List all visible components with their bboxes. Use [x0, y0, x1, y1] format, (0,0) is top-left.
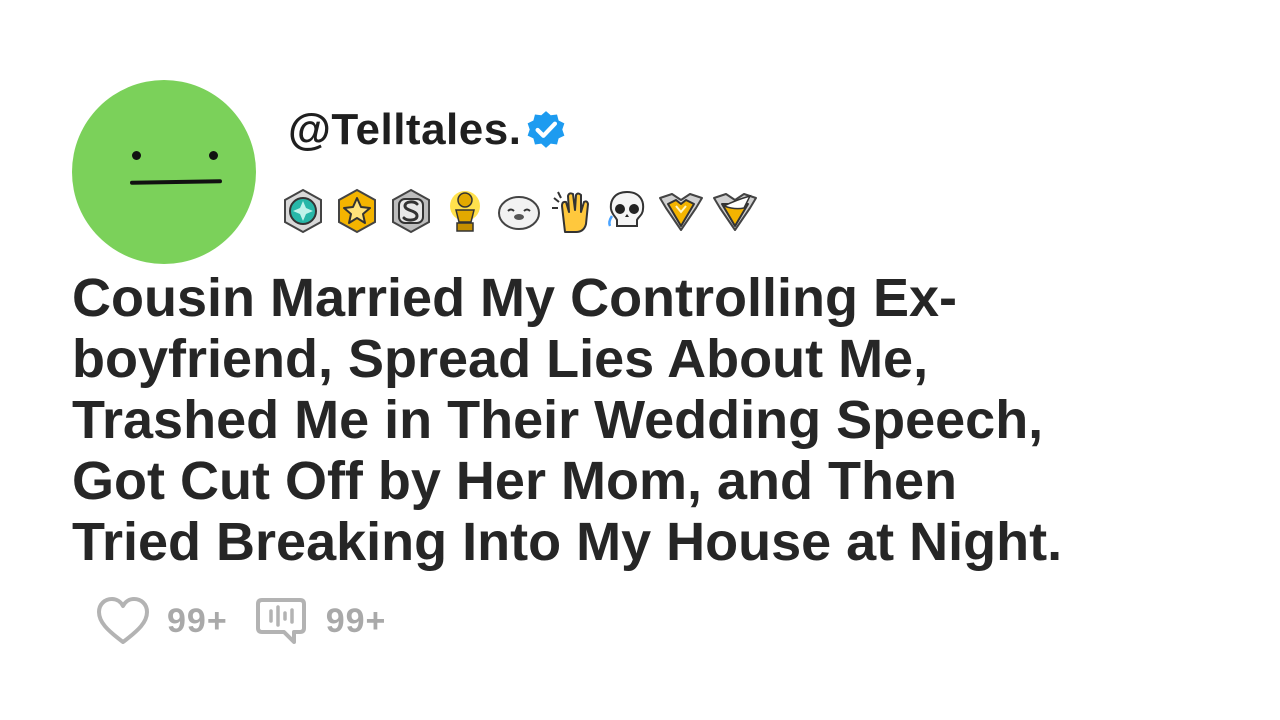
post-title[interactable]: Cousin Married My Controlling Ex- boyfri… — [72, 268, 1252, 573]
teal-gem-award-icon[interactable] — [278, 186, 328, 236]
gold-wing-shield-award-icon[interactable] — [710, 186, 760, 236]
avatar-eye — [209, 151, 218, 160]
avatar-eye — [132, 151, 141, 160]
avatar[interactable] — [72, 80, 256, 264]
author-row: @Telltales. — [288, 104, 567, 156]
post-title-line: boyfriend, Spread Lies About Me, — [72, 329, 929, 389]
post-title-line: Trashed Me in Their Wedding Speech, — [72, 390, 1044, 450]
post-title-line: Tried Breaking Into My House at Night. — [72, 512, 1063, 572]
post-stats: 99+ 99+ — [95, 594, 386, 648]
comment-count: 99+ — [325, 601, 387, 640]
gold-heart-shield-award-icon[interactable] — [656, 186, 706, 236]
seal-emoji-icon[interactable] — [494, 186, 544, 236]
clapping-hands-emoji-icon[interactable] — [548, 186, 598, 236]
like-count: 99+ — [167, 601, 228, 640]
verified-badge-icon — [528, 111, 565, 148]
comment-icon[interactable] — [254, 594, 310, 648]
skull-emoji-icon[interactable] — [602, 186, 652, 236]
silver-s-award-icon[interactable] — [386, 186, 436, 236]
post-title-line: Cousin Married My Controlling Ex- — [72, 268, 958, 328]
post-title-line: Got Cut Off by Her Mom, and Then — [72, 451, 957, 511]
gold-star-award-icon[interactable] — [332, 186, 382, 236]
username[interactable]: @Telltales. — [288, 105, 521, 155]
avatar-mouth — [129, 179, 223, 185]
gold-trophy-award-icon[interactable] — [440, 186, 490, 236]
heart-icon[interactable] — [95, 594, 151, 648]
award-badges — [278, 186, 760, 236]
